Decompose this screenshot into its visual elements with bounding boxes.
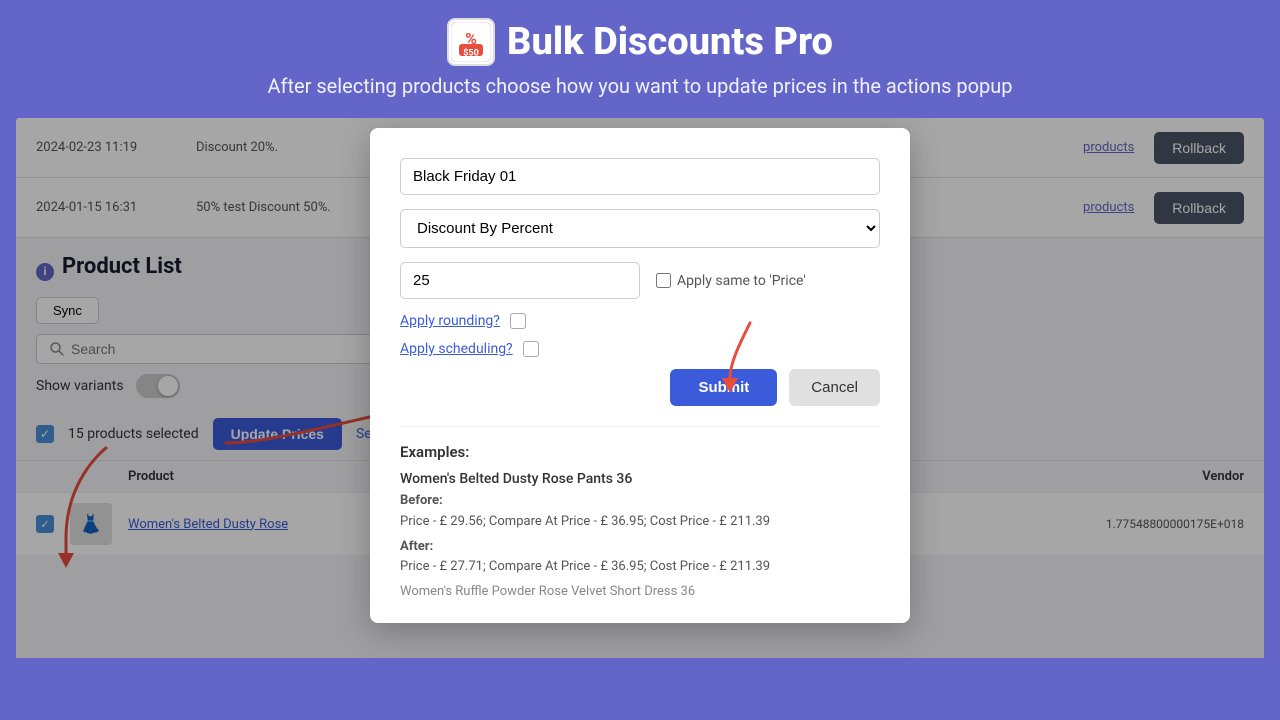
examples-title: Examples: (400, 443, 880, 461)
example-more: Women's Ruffle Powder Rose Velvet Short … (400, 584, 880, 599)
before-text: Price - £ 29.56; Compare At Price - £ 36… (400, 514, 770, 529)
apply-rounding-checkbox[interactable] (510, 313, 526, 329)
discount-type-select[interactable]: Discount By Percent Discount By Amount S… (400, 209, 880, 248)
modal-dialog: Discount By Percent Discount By Amount S… (370, 128, 910, 623)
examples-section: Examples: Women's Belted Dusty Rose Pant… (400, 426, 880, 599)
example-product-name: Women's Belted Dusty Rose Pants 36 (400, 471, 880, 487)
modal-overlay: Discount By Percent Discount By Amount S… (16, 118, 1264, 658)
before-label: Before: (400, 493, 443, 508)
app-title: Bulk Discounts Pro (507, 20, 833, 64)
apply-same-label[interactable]: Apply same to 'Price' (656, 273, 806, 289)
app-header: % $50 Bulk Discounts Pro After selecting… (0, 0, 1280, 108)
apply-rounding-link[interactable]: Apply rounding? (400, 313, 500, 329)
app-logo: % $50 (447, 18, 495, 66)
modal-actions: Submit Cancel (400, 369, 880, 406)
cancel-button[interactable]: Cancel (789, 369, 880, 406)
percent-row: Apply same to 'Price' (400, 262, 880, 299)
apply-rounding-row: Apply rounding? (400, 313, 880, 329)
example-before: Before: Price - £ 29.56; Compare At Pric… (400, 491, 880, 533)
apply-scheduling-row: Apply scheduling? (400, 341, 880, 357)
app-subtitle: After selecting products choose how you … (0, 74, 1280, 98)
campaign-name-field (400, 158, 880, 195)
apply-scheduling-checkbox[interactable] (523, 341, 539, 357)
after-text: Price - £ 27.71; Compare At Price - £ 36… (400, 559, 770, 574)
after-label: After: (400, 539, 433, 554)
campaign-name-input[interactable] (400, 158, 880, 195)
apply-scheduling-link[interactable]: Apply scheduling? (400, 341, 513, 357)
background-page: 2024-02-23 11:19 Discount 20%. products … (16, 118, 1264, 658)
apply-same-text: Apply same to 'Price' (677, 273, 806, 289)
discount-type-field: Discount By Percent Discount By Amount S… (400, 209, 880, 248)
svg-text:$50: $50 (463, 48, 479, 59)
percent-input[interactable] (400, 262, 640, 299)
example-after: After: Price - £ 27.71; Compare At Price… (400, 537, 880, 579)
submit-button[interactable]: Submit (670, 369, 777, 406)
apply-same-checkbox[interactable] (656, 273, 671, 288)
